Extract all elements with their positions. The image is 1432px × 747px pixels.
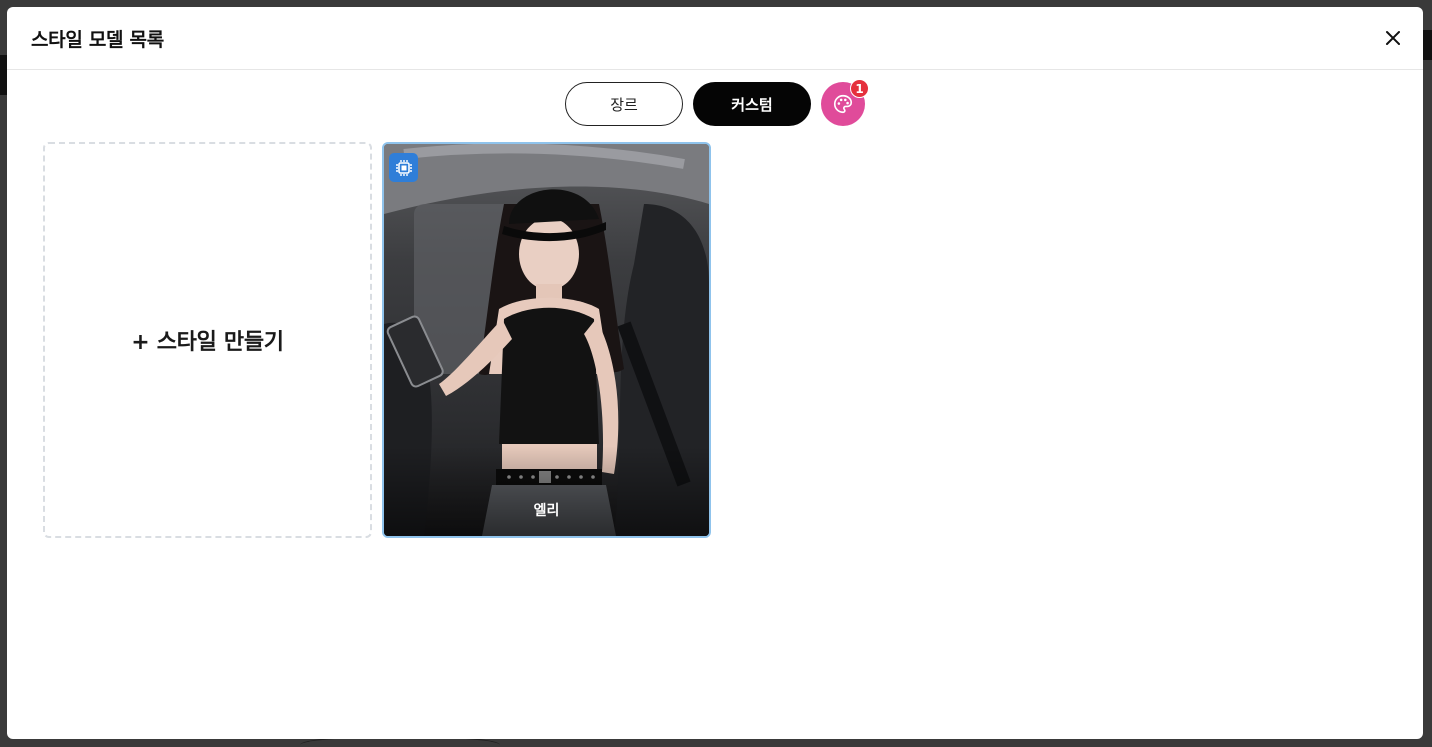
create-style-card[interactable]: + 스타일 만들기: [43, 142, 372, 538]
tab-custom[interactable]: 커스텀: [693, 82, 811, 126]
modal-header: 스타일 모델 목록: [7, 7, 1423, 70]
style-model-modal: 스타일 모델 목록 장르 커스텀 1 + 스타일 만들기 엘리: [7, 7, 1423, 739]
tab-bar: 장르 커스텀 1: [565, 79, 869, 126]
model-card[interactable]: 엘리: [382, 142, 711, 538]
chip-badge: [389, 153, 418, 182]
close-icon: [1386, 31, 1400, 45]
name-overlay: [384, 446, 709, 536]
chip-icon: [395, 159, 412, 176]
create-style-label: + 스타일 만들기: [131, 330, 284, 355]
background-element: [1423, 30, 1432, 60]
tab-genre[interactable]: 장르: [565, 82, 683, 126]
notification-badge: 1: [850, 79, 869, 98]
modal-title: 스타일 모델 목록: [31, 28, 164, 51]
background-element: [0, 55, 7, 95]
palette-button[interactable]: 1: [821, 79, 869, 126]
palette-icon: [833, 94, 853, 114]
model-grid: + 스타일 만들기 엘리: [43, 142, 711, 538]
close-button[interactable]: [1379, 24, 1407, 52]
model-name: 엘리: [533, 503, 560, 519]
